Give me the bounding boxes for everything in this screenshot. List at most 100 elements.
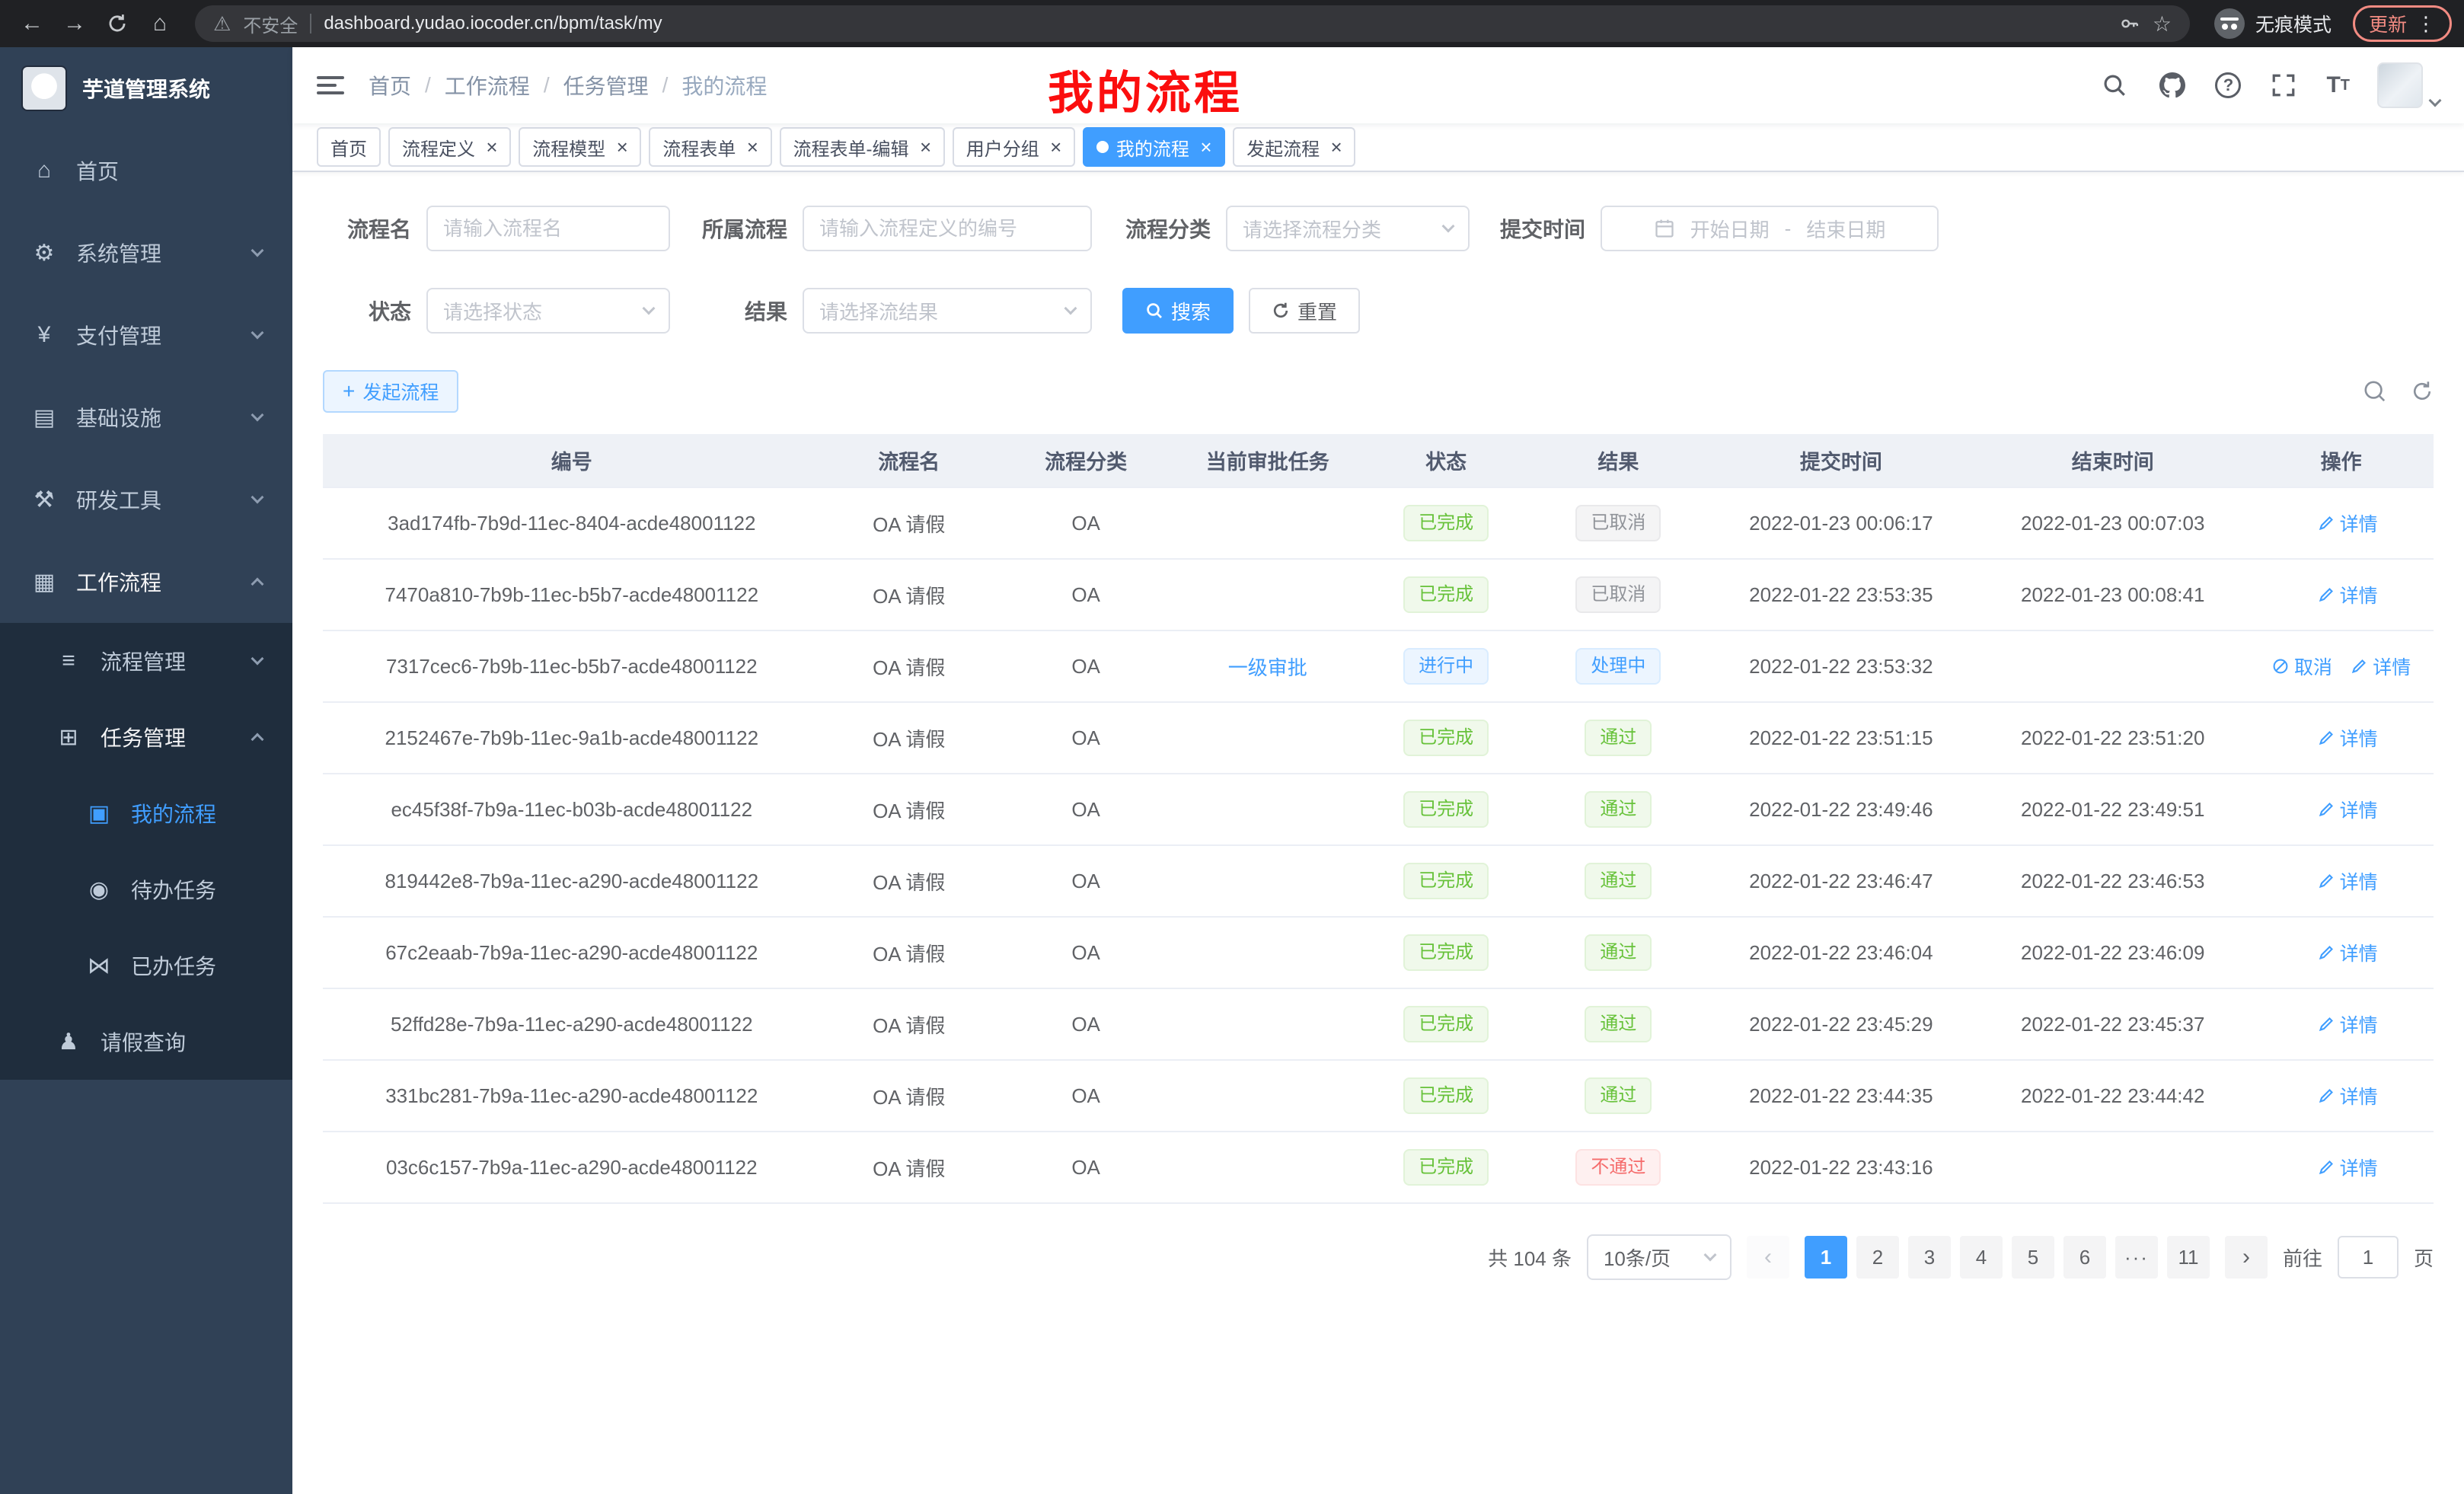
- font-size-icon[interactable]: TT: [2326, 70, 2350, 101]
- refresh-icon[interactable]: [2411, 380, 2434, 403]
- cancel-button[interactable]: 取消: [2271, 653, 2332, 680]
- sidebar-toggle-icon[interactable]: [317, 76, 344, 94]
- detail-label: 详情: [2340, 939, 2378, 966]
- cell-end-time: [1977, 1132, 2249, 1203]
- sidebar-item-system-management[interactable]: ⚙ 系统管理: [0, 212, 292, 294]
- page-button[interactable]: 3: [1908, 1236, 1951, 1279]
- page-button[interactable]: ···: [2115, 1236, 2158, 1279]
- sidebar-item-infrastructure[interactable]: ▤ 基础设施: [0, 376, 292, 458]
- tab[interactable]: 流程表单-编辑 ×: [780, 127, 945, 167]
- scissors-icon: ⋈: [85, 953, 113, 979]
- page-button[interactable]: 11: [2167, 1236, 2210, 1279]
- owner-process-input[interactable]: [803, 206, 1092, 251]
- edit-icon: [2317, 514, 2335, 532]
- breadcrumb-task-management[interactable]: 任务管理: [563, 70, 649, 101]
- close-icon[interactable]: ×: [486, 137, 497, 157]
- cell-status: 已完成: [1361, 487, 1531, 559]
- github-icon[interactable]: [2157, 70, 2188, 101]
- page-size-select[interactable]: 10条/页: [1587, 1234, 1732, 1280]
- forward-button[interactable]: →: [55, 4, 94, 43]
- cell-submit-time: 2022-01-22 23:44:35: [1705, 1060, 1977, 1132]
- detail-button[interactable]: 详情: [2317, 581, 2378, 608]
- sidebar-item-home[interactable]: ⌂ 首页: [0, 129, 292, 212]
- cell-submit-time: 2022-01-22 23:53:32: [1705, 630, 1977, 702]
- result-badge: 通过: [1585, 720, 1652, 756]
- address-bar[interactable]: ⚠ 不安全 dashboard.yudao.iocoder.cn/bpm/tas…: [195, 5, 2190, 42]
- fullscreen-icon[interactable]: [2268, 70, 2299, 101]
- close-icon[interactable]: ×: [616, 137, 627, 157]
- current-task-link[interactable]: 一级审批: [1228, 653, 1307, 681]
- detail-button[interactable]: 详情: [2317, 939, 2378, 966]
- detail-button[interactable]: 详情: [2317, 509, 2378, 537]
- table-row: ec45f38f-7b9a-11ec-b03b-acde48001122 OA …: [323, 774, 2434, 845]
- page-button[interactable]: 6: [2063, 1236, 2106, 1279]
- page-button[interactable]: 5: [2012, 1236, 2054, 1279]
- cell-status: 已完成: [1361, 559, 1531, 630]
- cell-id: 3ad174fb-7b9d-11ec-8404-acde48001122: [323, 487, 821, 559]
- password-key-icon[interactable]: [2119, 13, 2140, 34]
- detail-button[interactable]: 详情: [2317, 724, 2378, 752]
- sidebar-item-task-management[interactable]: ⊞ 任务管理: [0, 699, 292, 775]
- chevron-down-icon: [1064, 302, 1077, 315]
- detail-label: 详情: [2373, 653, 2411, 680]
- update-button[interactable]: 更新 ⋮: [2353, 5, 2452, 42]
- result-select[interactable]: 请选择流结果: [803, 288, 1092, 334]
- tab[interactable]: 流程表单 ×: [649, 127, 771, 167]
- user-avatar[interactable]: [2377, 62, 2440, 108]
- search-button[interactable]: 搜索: [1122, 288, 1234, 334]
- page-button[interactable]: 4: [1960, 1236, 2003, 1279]
- detail-button[interactable]: 详情: [2317, 1082, 2378, 1109]
- tab-label: 流程定义: [402, 134, 475, 161]
- breadcrumb-home[interactable]: 首页: [369, 70, 411, 101]
- breadcrumb-workflow[interactable]: 工作流程: [445, 70, 530, 101]
- home-icon: ⌂: [30, 158, 58, 184]
- reset-button[interactable]: 重置: [1249, 288, 1360, 334]
- page-button[interactable]: 1: [1805, 1236, 1847, 1279]
- detail-button[interactable]: 详情: [2317, 867, 2378, 895]
- menu-dots-icon[interactable]: ⋮: [2416, 12, 2436, 36]
- tab[interactable]: 流程模型 ×: [519, 127, 641, 167]
- search-toggle-icon[interactable]: [2363, 380, 2386, 403]
- detail-button[interactable]: 详情: [2317, 1154, 2378, 1181]
- next-page-button[interactable]: ›: [2225, 1236, 2268, 1279]
- detail-button[interactable]: 详情: [2350, 653, 2411, 680]
- detail-button[interactable]: 详情: [2317, 1010, 2378, 1038]
- tab[interactable]: 用户分组 ×: [953, 127, 1075, 167]
- create-process-button[interactable]: + 发起流程: [323, 370, 458, 413]
- prev-page-button[interactable]: ‹: [1747, 1236, 1789, 1279]
- close-icon[interactable]: ×: [920, 137, 931, 157]
- close-icon[interactable]: ×: [746, 137, 758, 157]
- sidebar: 芋道管理系统 ⌂ 首页 ⚙ 系统管理 ¥ 支付管理 ▤ 基础设施: [0, 47, 292, 1494]
- sidebar-item-leave-query[interactable]: ♟ 请假查询: [0, 1004, 292, 1080]
- sidebar-item-dev-tools[interactable]: ⚒ 研发工具: [0, 458, 292, 541]
- tab[interactable]: 流程定义 ×: [388, 127, 511, 167]
- bookmark-star-icon[interactable]: ☆: [2153, 11, 2172, 37]
- category-label: 流程分类: [1107, 213, 1226, 244]
- close-icon[interactable]: ×: [1200, 137, 1211, 157]
- status-select[interactable]: 请选择状态: [426, 288, 670, 334]
- help-icon[interactable]: ?: [2215, 72, 2241, 98]
- sidebar-item-my-process[interactable]: ▣ 我的流程: [0, 775, 292, 851]
- sidebar-item-workflow[interactable]: ▦ 工作流程: [0, 541, 292, 623]
- sidebar-item-done-tasks[interactable]: ⋈ 已办任务: [0, 927, 292, 1004]
- close-icon[interactable]: ×: [1330, 137, 1342, 157]
- detail-button[interactable]: 详情: [2317, 796, 2378, 823]
- app-logo[interactable]: 芋道管理系统: [0, 47, 292, 129]
- home-button[interactable]: ⌂: [140, 4, 180, 43]
- reload-button[interactable]: [97, 4, 137, 43]
- submit-time-range-picker[interactable]: 开始日期 - 结束日期: [1601, 206, 1939, 251]
- close-icon[interactable]: ×: [1050, 137, 1061, 157]
- tab[interactable]: 首页 ×: [317, 127, 381, 167]
- category-select[interactable]: 请选择流程分类: [1226, 206, 1470, 251]
- back-button[interactable]: ←: [12, 4, 52, 43]
- sidebar-item-payment-management[interactable]: ¥ 支付管理: [0, 294, 292, 376]
- cell-process-name: OA 请假: [821, 917, 997, 988]
- sidebar-item-todo-tasks[interactable]: ◉ 待办任务: [0, 851, 292, 927]
- tab[interactable]: 发起流程 ×: [1233, 127, 1355, 167]
- sidebar-item-process-management[interactable]: ≡ 流程管理: [0, 623, 292, 699]
- goto-page-input[interactable]: [2338, 1236, 2399, 1279]
- page-button[interactable]: 2: [1856, 1236, 1899, 1279]
- tab[interactable]: 我的流程 ×: [1083, 127, 1225, 167]
- process-name-input[interactable]: [426, 206, 670, 251]
- search-icon[interactable]: [2099, 70, 2130, 101]
